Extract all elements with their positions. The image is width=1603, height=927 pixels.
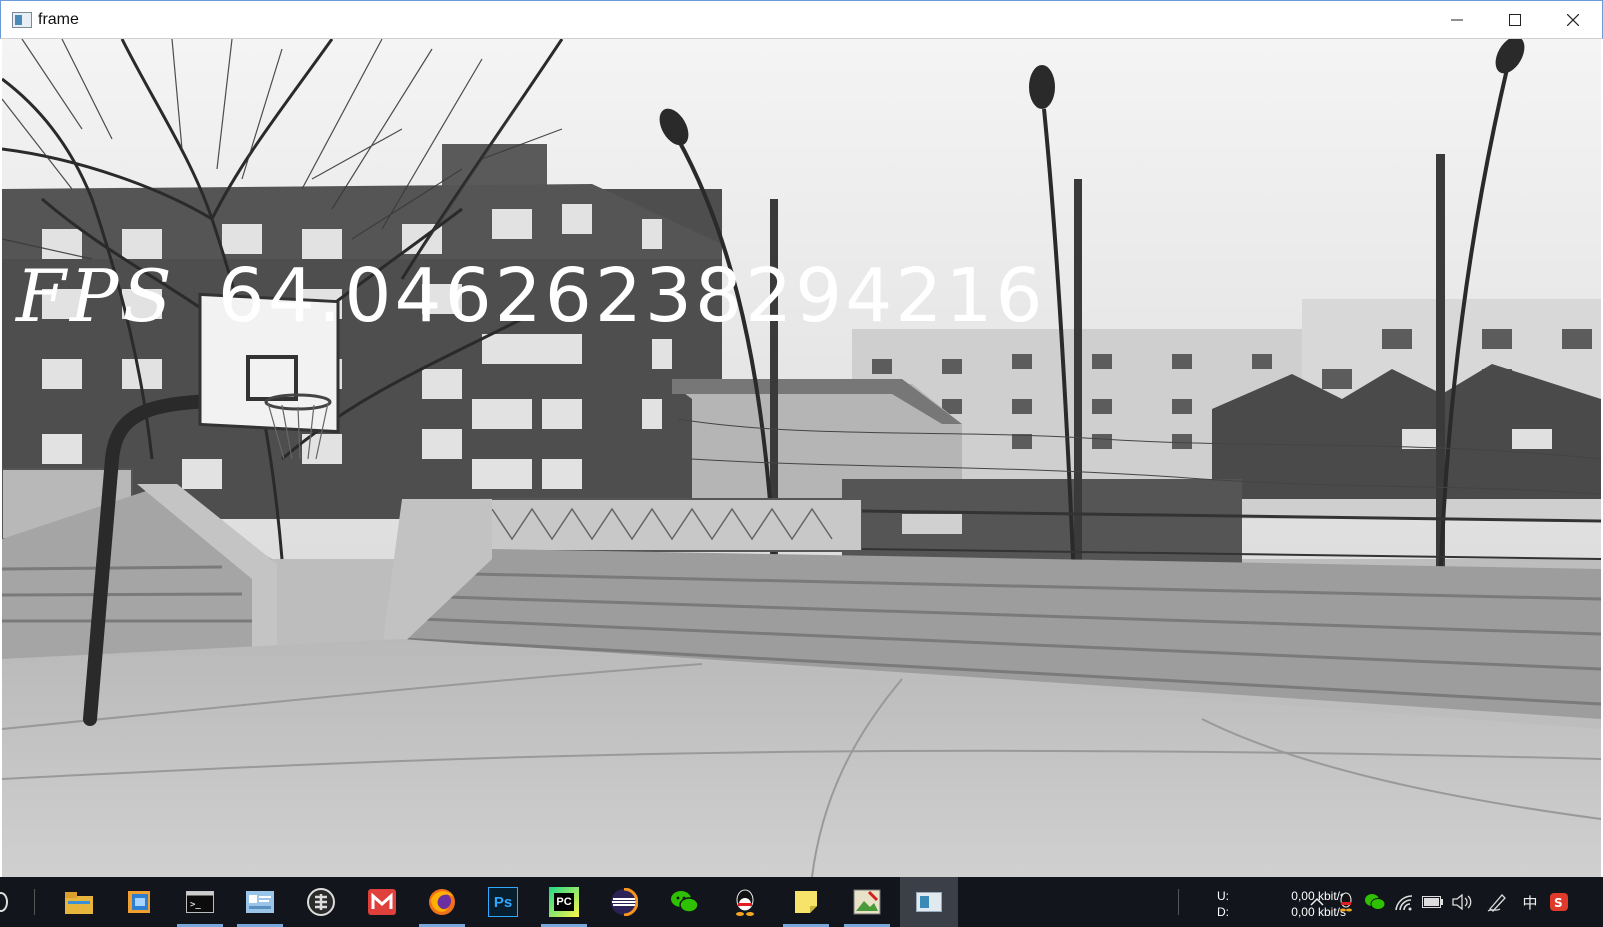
taskbar-firefox[interactable] [415, 877, 469, 927]
camera-scene-image [2, 39, 1601, 877]
speaker-icon [1452, 894, 1472, 910]
taskbar-wechat[interactable] [658, 877, 712, 927]
sogou-ime-button[interactable]: S [1549, 889, 1569, 915]
control-panel-icon [245, 887, 275, 917]
taskbar-mail-app[interactable] [355, 877, 409, 927]
tray-qq-button[interactable] [1333, 889, 1359, 915]
input-method-button[interactable]: 中 [1517, 889, 1543, 915]
wifi-icon [1395, 895, 1413, 911]
window-title: frame [38, 10, 79, 28]
fps-value: 64.04626238294216 [217, 253, 1046, 339]
taskbar-separator [34, 889, 35, 915]
taskbar-notebook-app[interactable] [112, 877, 166, 927]
taskbar-photoshop[interactable]: Ps [476, 877, 530, 927]
start-button[interactable] [0, 892, 8, 912]
svg-text:>_: >_ [190, 900, 201, 910]
window-app-icon [12, 11, 32, 28]
maximize-button[interactable] [1486, 1, 1544, 39]
photoshop-icon: Ps [488, 887, 518, 917]
wechat-icon [670, 887, 700, 917]
chevron-up-icon [1310, 897, 1324, 906]
window-controls [1428, 1, 1602, 39]
minimize-button[interactable] [1428, 1, 1486, 39]
download-label: D: [1217, 905, 1229, 919]
taskbar-file-explorer[interactable] [52, 877, 106, 927]
window-title-bar[interactable]: frame [0, 0, 1603, 39]
network-speed-labels: U: D: [1217, 888, 1229, 920]
sticky-notes-icon [791, 887, 821, 917]
close-button[interactable] [1544, 1, 1602, 39]
fps-overlay: FPS 64.04626238294216 [16, 253, 1046, 349]
terminal-icon: >_ [185, 887, 215, 917]
taskbar-control-panel[interactable] [233, 877, 287, 927]
eclipse-icon [609, 887, 639, 917]
taskbar-eclipse[interactable] [597, 877, 651, 927]
minimize-icon [1451, 19, 1463, 21]
battery-icon [1422, 896, 1443, 908]
puzzle-app-icon [306, 887, 336, 917]
taskbar: >_ Ps PC U: D: 0,00 kbit/s 0,00 kbit/s 中… [0, 877, 1603, 927]
ime-app-icon: S [1550, 893, 1568, 911]
battery-status-button[interactable] [1420, 889, 1446, 915]
qq-tray-icon [1340, 892, 1352, 912]
taskbar-qq[interactable] [718, 877, 772, 927]
notebook-app-icon [124, 887, 154, 917]
taskbar-sticky-notes[interactable] [779, 877, 833, 927]
wechat-tray-icon [1365, 894, 1386, 910]
firefox-icon [427, 887, 457, 917]
image-viewer-icon [852, 887, 882, 917]
pen-icon [1487, 894, 1506, 912]
taskbar-terminal[interactable]: >_ [173, 877, 227, 927]
video-frame: FPS 64.04626238294216 [2, 39, 1601, 877]
svg-text:S: S [1554, 896, 1563, 910]
mail-app-icon [367, 887, 397, 917]
frame-window-icon [914, 887, 944, 917]
pycharm-icon-text: PC [554, 893, 574, 911]
taskbar-frame-window[interactable] [900, 877, 958, 927]
pen-workspace-button[interactable] [1484, 889, 1510, 915]
taskbar-puzzle-app[interactable] [294, 877, 348, 927]
taskbar-pycharm[interactable]: PC [537, 877, 591, 927]
tray-wechat-button[interactable] [1362, 889, 1388, 915]
fps-label: FPS [16, 254, 176, 338]
upload-label: U: [1217, 889, 1229, 903]
tray-separator [1178, 889, 1179, 915]
taskbar-image-viewer[interactable] [840, 877, 894, 927]
maximize-icon [1509, 14, 1521, 26]
volume-button[interactable] [1449, 889, 1475, 915]
qq-icon [730, 887, 760, 917]
close-icon [1567, 14, 1579, 26]
network-status-button[interactable] [1391, 889, 1417, 915]
pycharm-icon: PC [549, 887, 579, 917]
show-hidden-icons-button[interactable] [1304, 889, 1330, 915]
file-explorer-icon [64, 887, 94, 917]
